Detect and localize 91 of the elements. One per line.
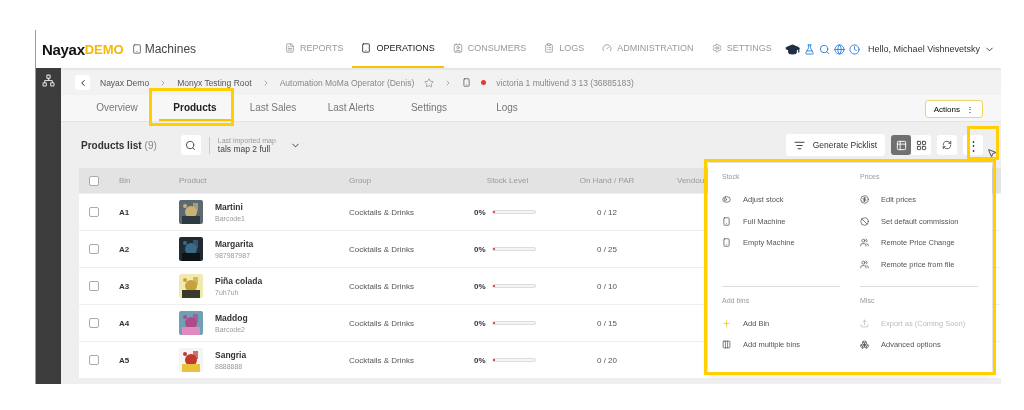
group-cell-text: Cocktails & Drinks (349, 318, 415, 328)
settings-icon (711, 43, 722, 53)
clipboard-icon (544, 43, 555, 53)
bin-cell-text: A3 (119, 281, 131, 291)
product-name: Margarita (215, 239, 254, 249)
logo-demo-label: DEMO (84, 41, 124, 57)
page-tab[interactable]: Last Sales (237, 95, 309, 121)
hierarchy-icon[interactable] (42, 74, 55, 87)
stock-percent: 0% (474, 244, 486, 254)
product-name: Sangria (215, 350, 247, 360)
column-header: Group (349, 176, 373, 185)
search-icon[interactable] (819, 43, 831, 55)
breadcrumb-link[interactable]: Monyx Testing Root (177, 77, 252, 88)
user-menu[interactable]: Hello, Michael Vishnevetsky (868, 44, 980, 54)
cursor-icon (987, 148, 997, 158)
page-tab[interactable]: Settings (393, 95, 465, 121)
stock-percent: 0% (474, 207, 486, 217)
tablet-icon (131, 44, 142, 54)
on-hand-cell-text: 0 / 12 (596, 207, 618, 217)
on-hand-cell-text: 0 / 25 (596, 244, 618, 254)
stock-percent: 0% (474, 355, 486, 365)
logo[interactable]: Nayax (42, 40, 85, 58)
search-icon (185, 139, 197, 151)
column-header: Product (179, 176, 208, 185)
clock-icon[interactable] (849, 43, 861, 55)
bin-cell-text: A2 (119, 244, 131, 254)
on-hand-cell-text: 0 / 20 (596, 355, 618, 365)
map-value[interactable]: tals map 2 full (217, 143, 276, 154)
product-name: Martini (215, 202, 244, 212)
column-header: On Hand / PAR (578, 176, 636, 185)
group-cell-text: Cocktails & Drinks (349, 244, 415, 254)
page-tab[interactable]: Last Alerts (315, 95, 387, 121)
back-button[interactable] (75, 75, 90, 90)
table-icon (895, 139, 907, 151)
refresh-icon (942, 140, 952, 150)
contact-card-icon (452, 43, 463, 53)
page-tab[interactable]: Products (159, 95, 231, 121)
section-title: Machines (144, 42, 197, 56)
group-cell-text: Cocktails & Drinks (349, 207, 415, 217)
graduation-cap-icon[interactable] (785, 41, 801, 57)
actions-button[interactable]: Actions ⋮ (924, 100, 983, 118)
ban-icon (860, 216, 869, 226)
people-icon (860, 259, 869, 269)
product-name: Maddog (215, 313, 248, 323)
page-tab[interactable]: Logs (471, 95, 543, 121)
on-hand-cell-text: 0 / 15 (596, 318, 618, 328)
upload-icon (860, 318, 869, 328)
list-title: Products list (81, 139, 142, 151)
row-checkbox[interactable] (89, 318, 99, 328)
row-checkbox[interactable] (89, 244, 99, 254)
toggle-icon (722, 195, 731, 205)
group-cell-text: Cocktails & Drinks (349, 355, 415, 365)
stock-percent: 0% (474, 318, 486, 328)
column-header: Bin (119, 176, 132, 185)
list-icon (793, 139, 805, 151)
breadcrumb-link[interactable]: Nayax Demo (100, 77, 150, 88)
grid-view-button[interactable] (911, 135, 931, 155)
select-all-checkbox[interactable] (89, 175, 99, 186)
item-count: (9) (144, 139, 157, 151)
bin-cell-text: A4 (119, 318, 131, 328)
column-header: Vendou (677, 176, 705, 185)
tablet-icon (361, 43, 372, 53)
people-icon (860, 238, 869, 248)
globe-icon[interactable] (834, 43, 846, 55)
refresh-button[interactable] (937, 135, 957, 155)
bin-cell-text: A5 (119, 355, 131, 365)
flask-icon[interactable] (804, 43, 816, 55)
phone-icon (722, 216, 731, 226)
machine-icon (462, 78, 472, 87)
row-checkbox[interactable] (89, 207, 99, 217)
on-hand-cell-text: 0 / 10 (596, 281, 618, 291)
plus-icon (722, 318, 731, 328)
star-icon[interactable] (424, 77, 435, 88)
product-name: Piña colada (215, 276, 263, 286)
boxes-icon (860, 340, 869, 350)
stock-percent: 0% (474, 281, 486, 291)
table-view-button[interactable] (891, 135, 911, 155)
bin-cell-text: A1 (119, 207, 131, 217)
column-header: Stock Level (485, 176, 530, 185)
page-tab[interactable]: Overview (81, 95, 153, 121)
columns-icon (722, 340, 731, 350)
document-icon (285, 43, 296, 53)
phone-icon (722, 238, 731, 248)
grid-icon (915, 139, 927, 151)
row-checkbox[interactable] (89, 355, 99, 365)
row-checkbox[interactable] (89, 281, 99, 291)
generate-picklist-button[interactable]: Generate Picklist (785, 134, 885, 156)
gauge-icon (602, 43, 613, 53)
group-cell-text: Cocktails & Drinks (349, 281, 415, 291)
search-button[interactable] (180, 135, 201, 155)
coin-icon (860, 195, 869, 205)
